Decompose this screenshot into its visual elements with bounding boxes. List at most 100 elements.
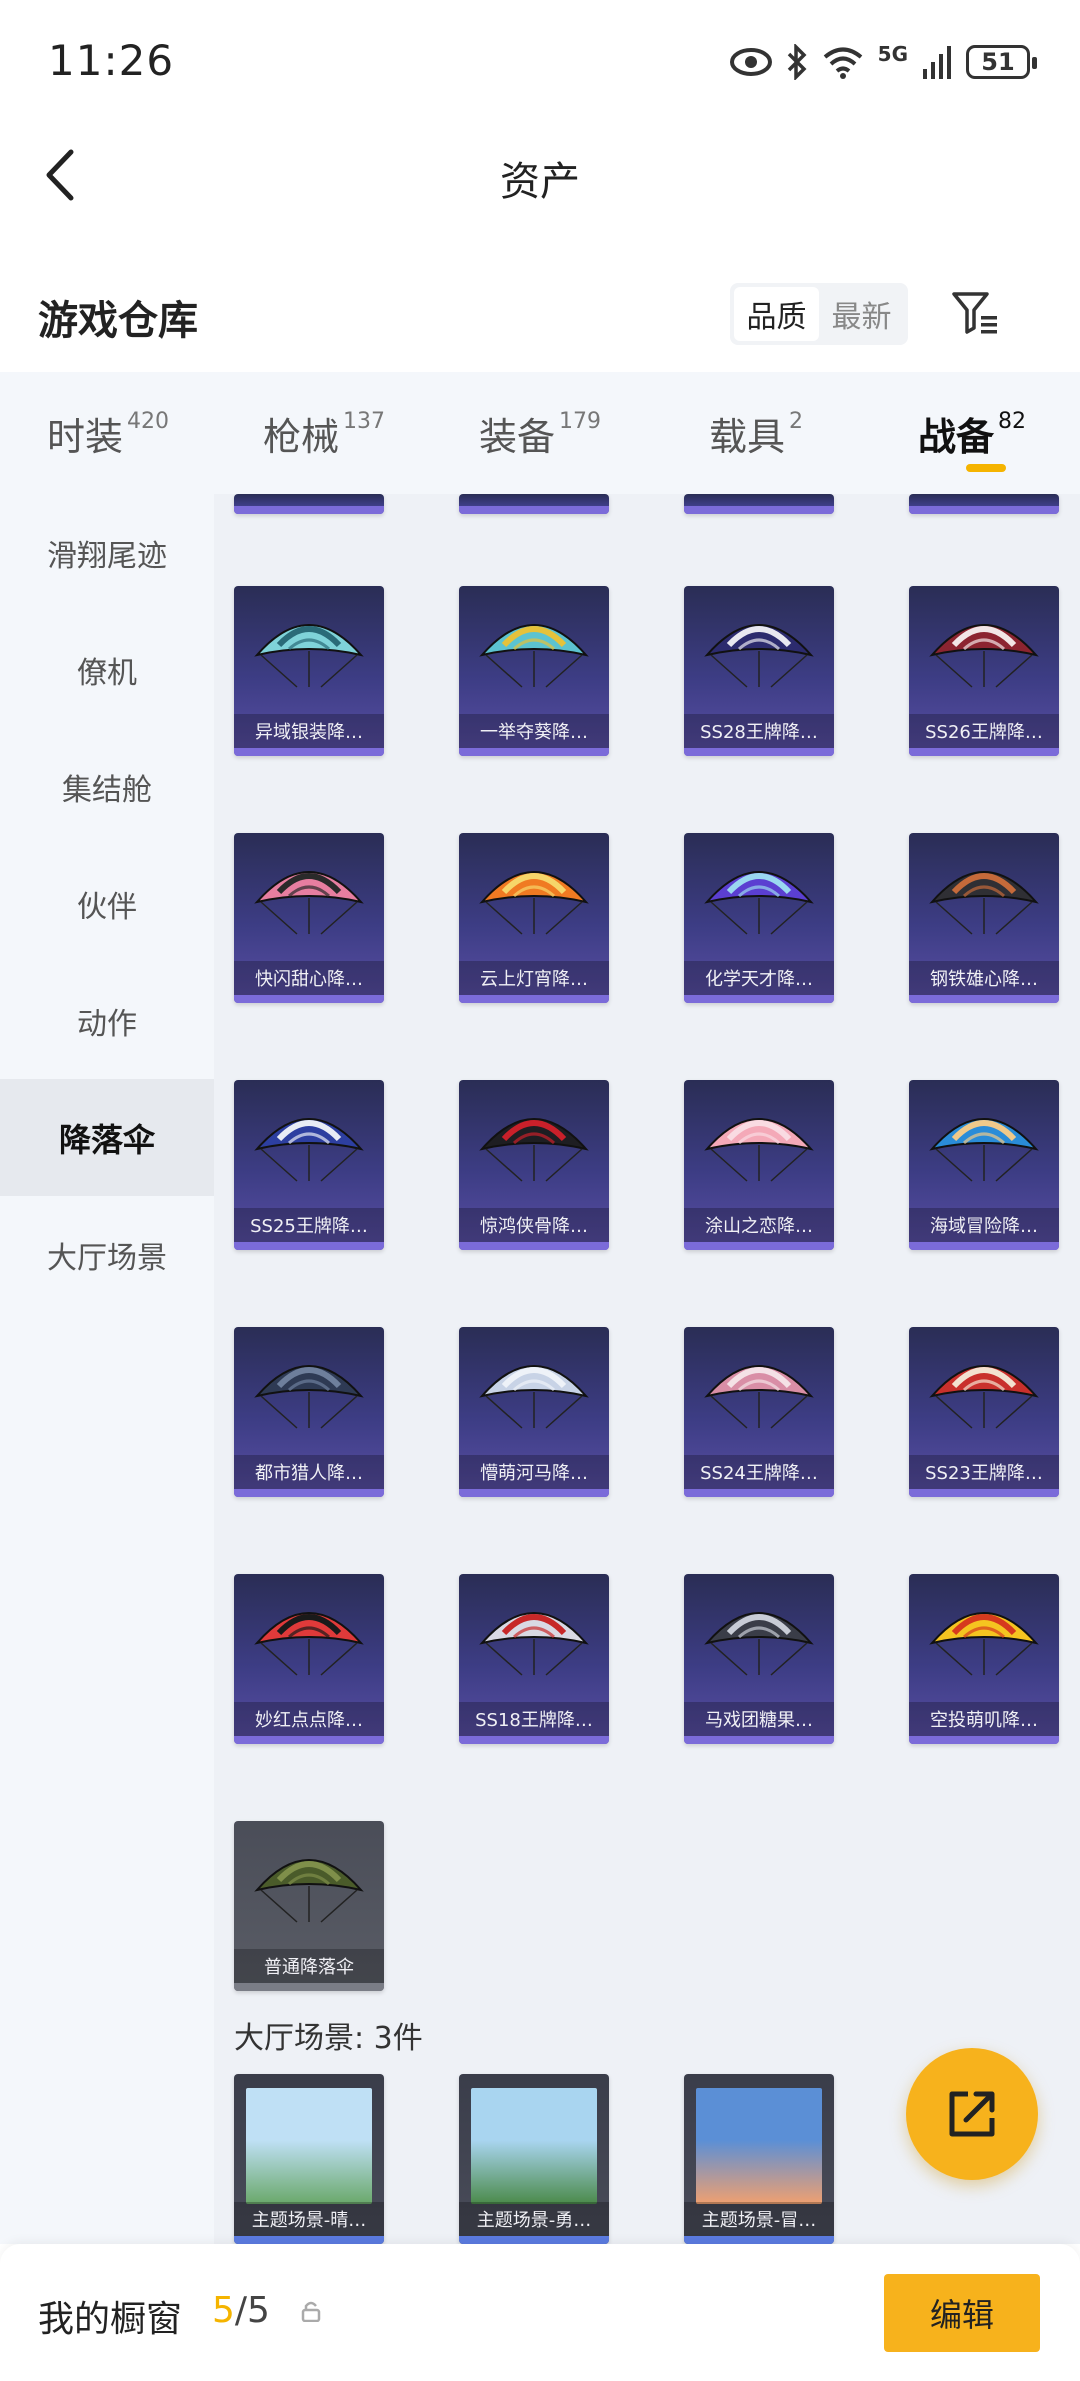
tab-equipment[interactable]: 装备 179 bbox=[432, 372, 648, 494]
edit-button[interactable]: 编辑 bbox=[884, 2274, 1040, 2352]
parachute-icon bbox=[254, 871, 364, 935]
item-card[interactable]: 普通降落伞 bbox=[234, 1821, 384, 1991]
card-label-bar: 惊鸿侠骨降… bbox=[459, 1208, 609, 1242]
filter-button[interactable] bbox=[946, 283, 1006, 343]
card-label: SS18王牌降… bbox=[475, 1710, 593, 1731]
card-label-bar: 懵萌河马降… bbox=[459, 1455, 609, 1489]
card-rarity-bar bbox=[684, 1242, 834, 1250]
item-card-partial[interactable] bbox=[684, 494, 834, 514]
sort-quality-button[interactable]: 品质 bbox=[734, 287, 819, 341]
item-card[interactable]: 快闪甜心降… bbox=[234, 833, 384, 1003]
card-label: SS28王牌降… bbox=[700, 722, 818, 743]
item-card[interactable]: 云上灯宵降… bbox=[459, 833, 609, 1003]
share-button[interactable] bbox=[906, 2048, 1038, 2180]
card-label-bar: 涂山之恋降… bbox=[684, 1208, 834, 1242]
card-rarity-bar bbox=[234, 2236, 384, 2244]
parachute-art bbox=[471, 847, 597, 953]
card-label-bar: 空投萌叽降… bbox=[909, 1702, 1059, 1736]
parachute-art bbox=[696, 600, 822, 706]
item-card-partial[interactable] bbox=[459, 494, 609, 514]
item-card[interactable]: 钢铁雄心降… bbox=[909, 833, 1059, 1003]
scene-card[interactable]: 主题场景-冒… bbox=[684, 2074, 834, 2244]
parachute-art bbox=[246, 1341, 372, 1447]
scene-thumbnail bbox=[246, 2088, 372, 2204]
parachute-art bbox=[471, 1341, 597, 1447]
showcase-slash: / bbox=[234, 2290, 248, 2331]
scene-card[interactable]: 主题场景-晴… bbox=[234, 2074, 384, 2244]
item-card[interactable]: 惊鸿侠骨降… bbox=[459, 1080, 609, 1250]
parachute-art bbox=[471, 1588, 597, 1694]
parachute-icon bbox=[704, 1118, 814, 1182]
card-label-bar: 马戏团糖果… bbox=[684, 1702, 834, 1736]
tab-vehicles[interactable]: 载具 2 bbox=[648, 372, 864, 494]
tab-count: 137 bbox=[343, 408, 385, 434]
card-label-bar: 异域银装降… bbox=[234, 714, 384, 748]
parachute-icon bbox=[704, 871, 814, 935]
item-card[interactable]: 懵萌河马降… bbox=[459, 1327, 609, 1497]
tab-label: 时装 bbox=[46, 414, 123, 459]
parachute-art bbox=[921, 1341, 1047, 1447]
scene-thumbnail bbox=[696, 2088, 822, 2204]
item-card[interactable]: SS23王牌降… bbox=[909, 1327, 1059, 1497]
sidebar-item-wingman[interactable]: 僚机 bbox=[0, 611, 214, 728]
item-card[interactable]: SS25王牌降… bbox=[234, 1080, 384, 1250]
item-card[interactable]: 化学天才降… bbox=[684, 833, 834, 1003]
card-rarity-bar bbox=[234, 1242, 384, 1250]
card-label-bar: SS18王牌降… bbox=[459, 1702, 609, 1736]
card-rarity-bar bbox=[459, 1736, 609, 1744]
parachute-icon bbox=[479, 1118, 589, 1182]
tab-label: 战备 bbox=[917, 414, 994, 459]
card-label: 主题场景-勇… bbox=[476, 2210, 592, 2231]
network-label: 5G bbox=[877, 42, 908, 66]
item-card[interactable]: 异域银装降… bbox=[234, 586, 384, 756]
parachute-icon bbox=[929, 624, 1039, 688]
sidebar-item-rally-pod[interactable]: 集结舱 bbox=[0, 728, 214, 845]
card-label: 惊鸿侠骨降… bbox=[480, 1216, 588, 1237]
card-label: 主题场景-晴… bbox=[251, 2210, 367, 2231]
tab-weapons[interactable]: 枪械 137 bbox=[216, 372, 432, 494]
parachute-icon bbox=[929, 1365, 1039, 1429]
tab-label: 枪械 bbox=[262, 414, 339, 459]
sidebar-item-companion[interactable]: 伙伴 bbox=[0, 845, 214, 962]
item-card[interactable]: 妙红点点降… bbox=[234, 1574, 384, 1744]
card-label: 主题场景-冒… bbox=[701, 2210, 817, 2231]
item-card[interactable]: 马戏团糖果… bbox=[684, 1574, 834, 1744]
parachute-art bbox=[921, 1094, 1047, 1200]
scene-card[interactable]: 主题场景-勇… bbox=[459, 2074, 609, 2244]
tab-combat-gear[interactable]: 战备 82 bbox=[864, 372, 1080, 494]
item-card[interactable]: 涂山之恋降… bbox=[684, 1080, 834, 1250]
parachute-icon bbox=[254, 1118, 364, 1182]
item-card[interactable]: SS26王牌降… bbox=[909, 586, 1059, 756]
sidebar-item-lobby-scene[interactable]: 大厅场景 bbox=[0, 1196, 214, 1313]
item-card-partial[interactable] bbox=[234, 494, 384, 514]
parachute-icon bbox=[479, 871, 589, 935]
showcase-max: 5 bbox=[247, 2290, 270, 2331]
sidebar-item-emote[interactable]: 动作 bbox=[0, 962, 214, 1079]
tab-fashion[interactable]: 时装 420 bbox=[0, 372, 216, 494]
scene-thumbnail bbox=[471, 2088, 597, 2204]
card-rarity-bar bbox=[459, 995, 609, 1003]
card-label: 异域银装降… bbox=[255, 722, 363, 743]
card-rarity-bar bbox=[909, 995, 1059, 1003]
parachute-art bbox=[471, 600, 597, 706]
parachute-icon bbox=[254, 1612, 364, 1676]
item-card[interactable]: SS24王牌降… bbox=[684, 1327, 834, 1497]
sidebar-item-parachute[interactable]: 降落伞 bbox=[0, 1079, 214, 1196]
item-card[interactable]: 都市猎人降… bbox=[234, 1327, 384, 1497]
item-card[interactable]: 一举夺葵降… bbox=[459, 586, 609, 756]
sidebar-item-glide-trail[interactable]: 滑翔尾迹 bbox=[0, 494, 214, 611]
item-card[interactable]: 海域冒险降… bbox=[909, 1080, 1059, 1250]
item-card[interactable]: SS28王牌降… bbox=[684, 586, 834, 756]
item-card[interactable]: SS18王牌降… bbox=[459, 1574, 609, 1744]
parachute-art bbox=[246, 847, 372, 953]
item-card-partial[interactable] bbox=[909, 494, 1059, 514]
sort-newest-button[interactable]: 最新 bbox=[819, 287, 904, 341]
card-label-bar: 主题场景-勇… bbox=[459, 2202, 609, 2236]
status-bar: 11:26 5G 51 bbox=[0, 0, 1080, 125]
parachute-art bbox=[246, 1835, 372, 1941]
item-card[interactable]: 空投萌叽降… bbox=[909, 1574, 1059, 1744]
battery-level: 51 bbox=[981, 48, 1015, 76]
card-rarity-bar bbox=[459, 748, 609, 756]
card-label-bar: SS23王牌降… bbox=[909, 1455, 1059, 1489]
parachute-art bbox=[696, 1341, 822, 1447]
